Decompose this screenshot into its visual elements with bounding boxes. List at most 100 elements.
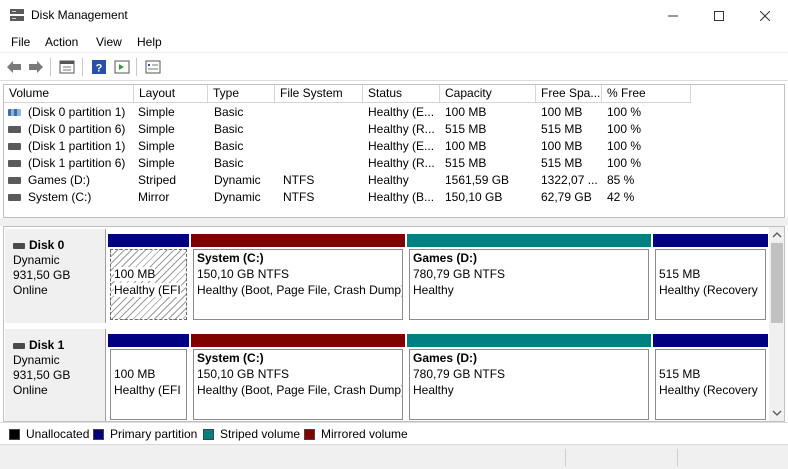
- column-header-file-system[interactable]: File System: [275, 85, 363, 103]
- minimize-button[interactable]: [650, 0, 696, 31]
- volume-cell-status: Healthy (R...: [368, 156, 435, 170]
- disk-label-0[interactable]: Disk 0 Dynamic 931,50 GB Online: [5, 229, 106, 323]
- partition-size: 150,10 GB NTFS: [197, 367, 290, 381]
- column-header-type[interactable]: Type: [208, 85, 275, 103]
- volume-row[interactable]: Games (D:) Striped Dynamic NTFS Healthy 1561,…: [4, 172, 784, 189]
- vertical-scrollbar[interactable]: [769, 227, 785, 421]
- partition-block[interactable]: 515 MB Healthy (Recovery: [653, 334, 768, 421]
- volume-cell-fs: NTFS: [283, 173, 315, 187]
- partition-name: System (C:): [197, 251, 264, 265]
- partition-type-bar: [191, 334, 405, 347]
- menu-view[interactable]: View: [96, 35, 122, 49]
- status-bar-segment: [677, 449, 678, 466]
- partition-size: 780,79 GB NTFS: [413, 367, 506, 381]
- volume-list[interactable]: Volume Layout Type File System Status Ca…: [3, 84, 785, 218]
- volume-cell-layout: Simple: [138, 139, 175, 153]
- partition-body: 100 MB Healthy (EFI: [110, 249, 187, 320]
- back-arrow-icon: [7, 61, 21, 73]
- volume-row[interactable]: (Disk 0 partition 1) Simple Basic Healthy (…: [4, 104, 784, 121]
- disk-icon: [13, 242, 25, 249]
- close-button[interactable]: [742, 0, 788, 31]
- refresh-icon: [114, 60, 130, 74]
- scrollbar-thumb[interactable]: [771, 243, 783, 323]
- column-header-percent-free[interactable]: % Free: [602, 85, 691, 103]
- partition-body: System (C:) 150,10 GB NTFS Healthy (Boot, …: [193, 349, 403, 420]
- disk-name-text: Disk 0: [29, 238, 65, 252]
- volume-cell-status: Healthy (E...: [368, 105, 435, 119]
- back-button[interactable]: [5, 58, 23, 76]
- toolbar-separator: [136, 58, 137, 76]
- close-icon: [760, 10, 770, 21]
- partition-size: 780,79 GB NTFS: [413, 267, 506, 281]
- partition-status: Healthy: [413, 283, 454, 297]
- column-header-layout[interactable]: Layout: [134, 85, 208, 103]
- volume-row[interactable]: (Disk 1 partition 1) Simple Basic Healthy (…: [4, 138, 784, 155]
- legend-label: Striped volume: [220, 427, 301, 441]
- volume-drive-icon: [8, 160, 21, 167]
- volume-row[interactable]: System (C:) Mirror Dynamic NTFS Healthy (B..…: [4, 189, 784, 206]
- disk-management-app-icon: [10, 9, 24, 21]
- volume-row[interactable]: (Disk 0 partition 6) Simple Basic Healthy (…: [4, 121, 784, 138]
- partition-block[interactable]: System (C:) 150,10 GB NTFS Healthy (Boot, …: [191, 334, 405, 421]
- legend-label: Mirrored volume: [321, 427, 408, 441]
- partition-block[interactable]: Games (D:) 780,79 GB NTFS Healthy: [407, 234, 651, 322]
- volume-cell-layout: Striped: [138, 173, 177, 187]
- partition-type-bar: [407, 334, 651, 347]
- column-header-volume[interactable]: Volume: [4, 85, 134, 103]
- status-bar: [0, 444, 788, 469]
- menu-file[interactable]: File: [11, 35, 30, 49]
- volume-cell-type: Basic: [214, 122, 244, 136]
- pane-splitter[interactable]: [0, 218, 788, 226]
- volume-cell-fs: [283, 155, 363, 172]
- properties-button[interactable]: [58, 58, 76, 76]
- scroll-up-icon[interactable]: [769, 227, 785, 243]
- volume-row[interactable]: (Disk 1 partition 6) Simple Basic Healthy (…: [4, 155, 784, 172]
- volume-cell-layout: Simple: [138, 105, 175, 119]
- partition-status: Healthy: [413, 383, 454, 397]
- volume-cell-free: 62,79 GB: [541, 190, 592, 204]
- partition-block[interactable]: 100 MB Healthy (EFI: [108, 234, 189, 322]
- volume-cell-fs: [283, 138, 363, 155]
- volume-cell-free: 1322,07 ...: [541, 173, 598, 187]
- menu-help[interactable]: Help: [137, 35, 162, 49]
- maximize-button[interactable]: [696, 0, 742, 31]
- volume-cell-pct: 100 %: [607, 156, 642, 170]
- legend-mirrored-volume: Mirrored volume: [304, 427, 408, 441]
- column-header-status[interactable]: Status: [363, 85, 440, 103]
- svg-text:?: ?: [96, 63, 103, 75]
- volume-cell-pct: 100 %: [607, 122, 642, 136]
- forward-button[interactable]: [27, 58, 45, 76]
- partition-status: Healthy (EFI: [114, 283, 181, 297]
- volume-cell-pct: 85 %: [607, 173, 635, 187]
- volume-cell-volume: Games (D:): [28, 173, 91, 187]
- help-button[interactable]: ?: [90, 58, 108, 76]
- column-header-capacity[interactable]: Capacity: [440, 85, 536, 103]
- window-title: Disk Management: [31, 8, 128, 22]
- volume-cell-volume: (Disk 1 partition 1): [28, 139, 126, 153]
- refresh-button[interactable]: [113, 58, 131, 76]
- column-header-free-space[interactable]: Free Spa...: [536, 85, 602, 103]
- properties-icon: [59, 60, 75, 74]
- volume-cell-volume: (Disk 0 partition 1): [28, 105, 126, 119]
- partition-status: Healthy (Boot, Page File, Crash Dump): [197, 283, 403, 297]
- partition-block[interactable]: System (C:) 150,10 GB NTFS Healthy (Boot, …: [191, 234, 405, 322]
- legend-swatch: [93, 428, 104, 440]
- volume-cell-capacity: 100 MB: [445, 105, 487, 119]
- title-bar: Disk Management: [0, 0, 788, 31]
- menu-action[interactable]: Action: [45, 35, 78, 49]
- volume-cell-free: 515 MB: [541, 122, 583, 136]
- disk-size: 931,50 GB: [13, 268, 71, 282]
- partition-name: System (C:): [197, 351, 264, 365]
- scroll-down-icon[interactable]: [769, 405, 785, 421]
- volume-cell-type: Basic: [214, 105, 244, 119]
- partition-block[interactable]: Games (D:) 780,79 GB NTFS Healthy: [407, 334, 651, 421]
- volume-cell-fs: [283, 121, 363, 138]
- partition-block[interactable]: 100 MB Healthy (EFI: [108, 334, 189, 421]
- volume-cell-capacity: 515 MB: [445, 156, 487, 170]
- maximize-icon: [714, 10, 724, 21]
- partition-block[interactable]: 515 MB Healthy (Recovery: [653, 234, 768, 322]
- toolbar-separator: [82, 58, 83, 76]
- disk-label-1[interactable]: Disk 1 Dynamic 931,50 GB Online: [5, 329, 106, 421]
- volume-drive-icon: [8, 126, 21, 133]
- settings-button[interactable]: [144, 58, 162, 76]
